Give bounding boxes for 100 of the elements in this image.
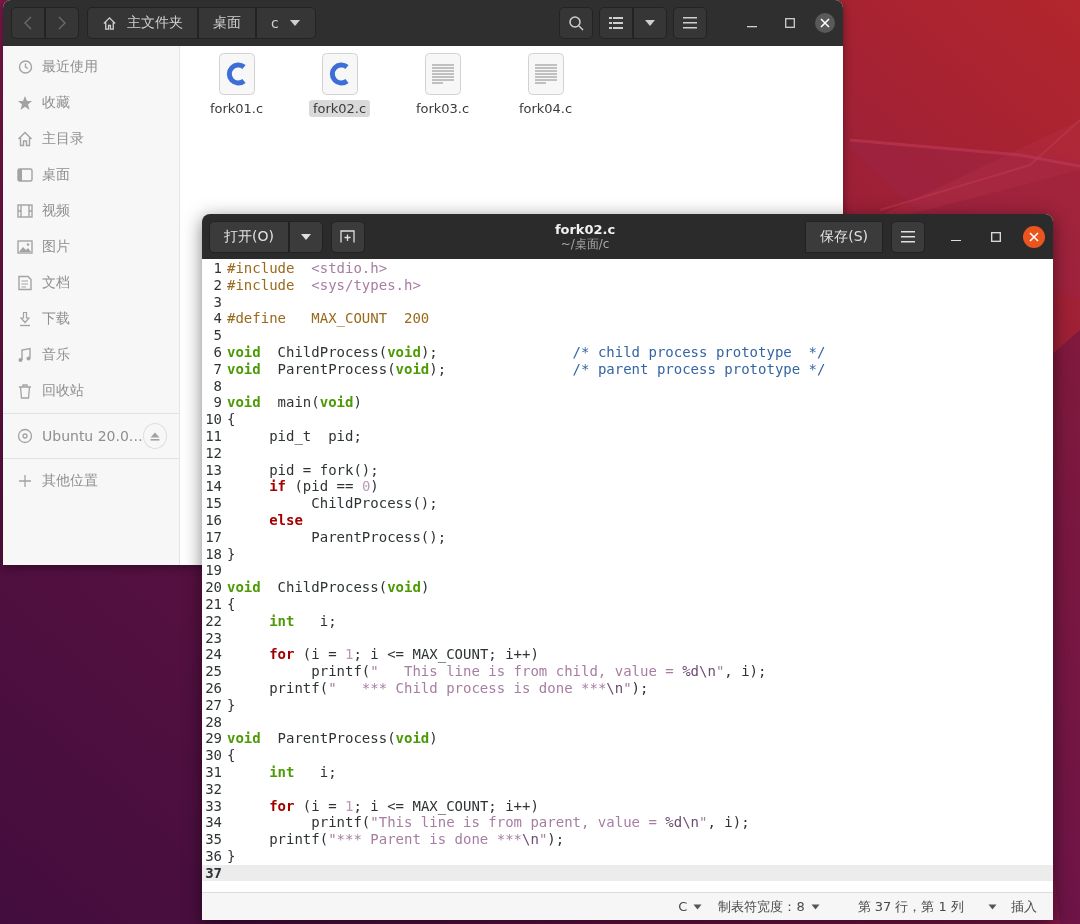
list-icon	[609, 16, 623, 30]
new-tab-icon	[340, 230, 356, 243]
code-line: ParentProcess();	[310, 528, 447, 546]
sidebar-item[interactable]: 文档	[3, 265, 179, 301]
line-number: 18	[204, 545, 223, 563]
close-icon	[820, 18, 830, 28]
menu-button[interactable]	[891, 220, 925, 253]
eject-icon	[149, 431, 160, 441]
close-button[interactable]	[1023, 225, 1045, 248]
sidebar-item[interactable]: 主目录	[3, 121, 179, 157]
line-number: 22	[204, 612, 223, 630]
film-icon	[17, 203, 33, 219]
caret-icon	[693, 903, 703, 910]
cursor-position: 第 37 行，第 1 列	[856, 897, 965, 916]
home-icon	[102, 15, 117, 31]
sidebar-item[interactable]: 图片	[3, 229, 179, 265]
line-number: 30	[204, 747, 223, 764]
view-button[interactable]	[599, 7, 633, 39]
line-number: 33	[204, 797, 223, 815]
line-number: 10	[204, 411, 223, 428]
line-number: 8	[212, 377, 223, 395]
path-button[interactable]: c	[256, 7, 316, 39]
sidebar-item[interactable]: Ubuntu 20.0…	[3, 418, 143, 454]
line-number: 4	[212, 310, 223, 328]
path-button[interactable]: 主文件夹	[87, 7, 198, 39]
sidebar-item[interactable]: 音乐	[3, 337, 179, 373]
file-name[interactable]: fork02.c	[308, 100, 371, 117]
sidebar-item[interactable]: 其他位置	[3, 463, 179, 499]
line-number: 17	[204, 528, 223, 546]
c-file-icon[interactable]	[321, 53, 358, 95]
music-note-icon	[17, 347, 33, 363]
code-line: int i;	[268, 763, 337, 781]
menu-icon	[901, 230, 915, 243]
line-number: 28	[204, 713, 223, 731]
open-button[interactable]: 打开(O)	[209, 220, 289, 253]
language-selector[interactable]: C	[670, 894, 711, 919]
code-line: {	[227, 747, 236, 764]
maximize-icon	[785, 18, 795, 28]
close-button[interactable]	[815, 13, 835, 33]
caret-icon	[644, 19, 656, 27]
sidebar-item[interactable]: 视频	[3, 193, 179, 229]
forward-icon	[58, 16, 66, 30]
code-line: ChildProcess();	[310, 495, 438, 512]
line-number: 25	[204, 663, 223, 680]
code-line: printf("This line is from parent, value = %d\n", i);	[310, 814, 750, 832]
save-button[interactable]: 保存(S)	[805, 220, 883, 253]
star-icon	[17, 95, 33, 111]
code-line: {	[227, 595, 236, 613]
code-line: printf("*** Parent is done ***\n");	[268, 831, 565, 848]
code-line: void ParentProcess(void)	[227, 730, 438, 748]
code-line: int i;	[268, 612, 337, 630]
tab-width-selector[interactable]: 制表符宽度：8	[710, 894, 828, 919]
line-number: 15	[204, 495, 223, 512]
line-number: 3	[212, 293, 223, 311]
view-options-button[interactable]	[633, 7, 667, 39]
c-file-icon[interactable]	[218, 53, 255, 95]
sidebar-item[interactable]: 桌面	[3, 157, 179, 193]
code-line: {	[227, 411, 236, 428]
line-number: 5	[212, 327, 223, 344]
path-button[interactable]: 桌面	[198, 7, 256, 39]
line-number: 37	[204, 864, 223, 882]
caret-icon	[810, 903, 820, 910]
code-line: }	[227, 545, 236, 563]
back-icon	[24, 16, 32, 30]
image-icon	[17, 239, 33, 255]
line-number: 34	[204, 814, 223, 832]
line-number: 7	[212, 360, 223, 378]
line-number: 21	[204, 595, 223, 613]
line-number: 31	[204, 763, 223, 781]
sidebar-item[interactable]: 下载	[3, 301, 179, 337]
line-number: 23	[204, 629, 223, 647]
file-name[interactable]: fork03.c	[411, 100, 474, 117]
menu-button[interactable]	[673, 7, 707, 39]
disc-icon	[17, 428, 33, 444]
file-name[interactable]: fork01.c	[205, 100, 268, 117]
trash-icon	[17, 383, 33, 399]
document-icon	[17, 275, 33, 291]
line-number: 6	[212, 344, 223, 361]
line-number: 32	[204, 780, 223, 798]
home-icon	[17, 131, 33, 147]
code-line: }	[227, 696, 236, 714]
search-button[interactable]	[559, 7, 593, 39]
line-number: 26	[204, 679, 223, 697]
line-number: 14	[204, 478, 223, 496]
desktop-icon	[17, 167, 33, 183]
sidebar-item[interactable]: 回收站	[3, 373, 179, 409]
caret-icon	[299, 232, 312, 241]
code-line: pid = fork();	[268, 461, 379, 479]
file-name[interactable]: fork04.c	[514, 100, 577, 117]
code-line: if (pid == 0)	[268, 478, 379, 496]
code-line: #define MAX_COUNT 200	[227, 310, 430, 328]
sidebar-item[interactable]: 最近使用	[3, 49, 179, 85]
open-menu-button[interactable]	[288, 220, 323, 253]
code-line: void ChildProcess(void)	[227, 579, 430, 596]
line-number: 9	[212, 394, 223, 412]
new-tab-button[interactable]	[330, 220, 365, 253]
line-number: 36	[204, 847, 223, 865]
line-number: 2	[212, 276, 223, 294]
sidebar-item[interactable]: 收藏	[3, 85, 179, 121]
code-line: printf(" This line is from child, value = %d\n", i);	[310, 663, 767, 680]
